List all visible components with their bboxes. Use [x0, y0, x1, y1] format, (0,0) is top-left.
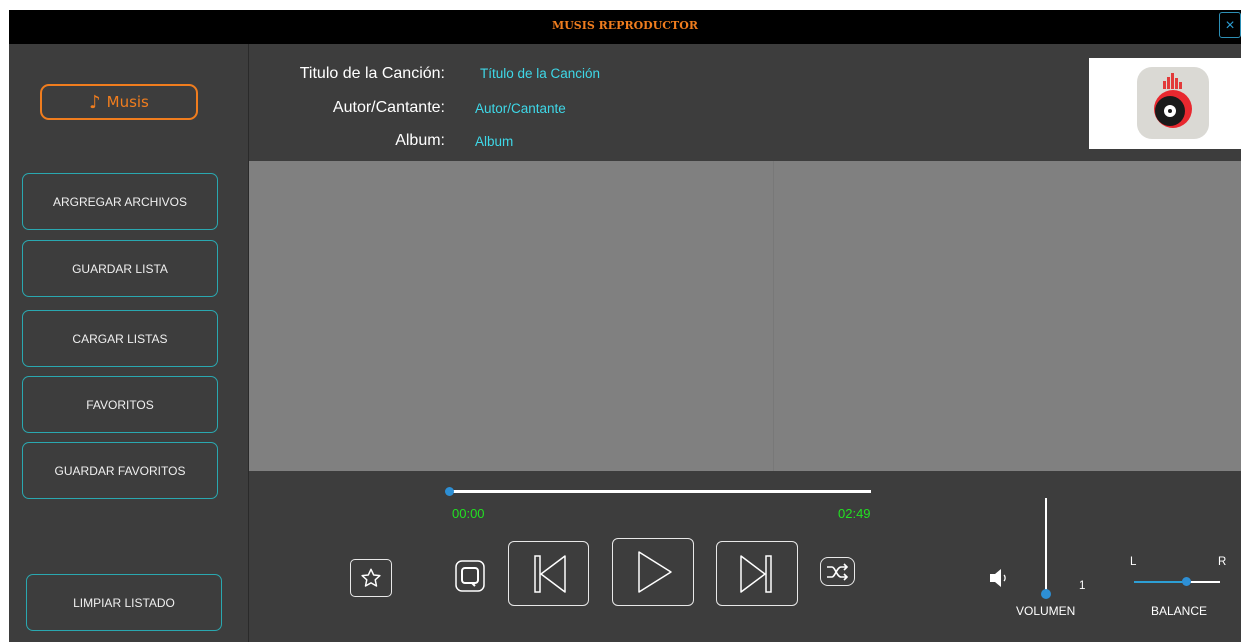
balance-thumb[interactable]	[1181, 577, 1191, 586]
star-icon	[361, 568, 381, 587]
previous-button[interactable]	[508, 541, 589, 606]
seek-thumb[interactable]	[445, 487, 454, 496]
play-icon	[638, 551, 672, 593]
shuffle-button[interactable]	[820, 557, 855, 586]
title-value: Título de la Canción	[480, 66, 601, 81]
next-button[interactable]	[716, 541, 798, 606]
shuffle-icon	[826, 562, 848, 581]
volume-thumb[interactable]	[1041, 589, 1051, 599]
seek-bar[interactable]	[445, 487, 871, 496]
controls-panel: 00:00 02:49 1 VOLUMEN L R BALANCE	[249, 471, 1241, 642]
balance-slider[interactable]	[1134, 577, 1220, 586]
load-lists-button[interactable]: CARGAR LISTAS	[22, 310, 218, 367]
save-favorites-button[interactable]: GUARDAR FAVORITOS	[22, 442, 218, 499]
volume-value: 1	[1079, 580, 1086, 592]
window-title: MUSIS REPRODUCTOR	[552, 19, 698, 32]
previous-icon	[533, 554, 566, 593]
title-bar: MUSIS REPRODUCTOR ×	[9, 10, 1241, 44]
next-icon	[740, 554, 772, 593]
logo-text: Musis	[106, 93, 149, 111]
current-time: 00:00	[452, 506, 485, 521]
balance-fill	[1134, 581, 1186, 583]
repeat-button[interactable]	[453, 557, 486, 595]
volume-label: VOLUMEN	[1016, 604, 1076, 618]
balance-left-label: L	[1130, 556, 1137, 568]
album-label: Album:	[395, 132, 445, 149]
play-button[interactable]	[612, 538, 694, 606]
total-time: 02:49	[838, 506, 871, 521]
favorites-button[interactable]: FAVORITOS	[22, 376, 218, 433]
save-list-button[interactable]: GUARDAR LISTA	[22, 240, 218, 297]
artist-label: Autor/Cantante:	[332, 99, 445, 116]
close-icon[interactable]: ×	[1219, 12, 1241, 38]
volume-slider[interactable]	[1041, 498, 1051, 599]
balance-label: BALANCE	[1151, 604, 1208, 618]
visualization-area	[249, 161, 1241, 471]
favorite-button[interactable]	[350, 559, 392, 597]
title-label: Titulo de la Canción:	[299, 65, 445, 82]
album-cover	[1089, 58, 1241, 149]
speaker-icon	[989, 568, 1011, 593]
viz-divider	[773, 161, 774, 471]
repeat-icon	[454, 560, 485, 592]
add-files-button[interactable]: ARGREGAR ARCHIVOS	[22, 173, 218, 230]
album-cover-icon	[1137, 67, 1209, 139]
clear-list-button[interactable]: LIMPIAR LISTADO	[26, 574, 222, 631]
artist-value: Autor/Cantante	[475, 101, 566, 116]
track-info: Titulo de la Canción: Título de la Canci…	[249, 44, 1241, 161]
album-value: Album	[475, 134, 514, 149]
player-window: MUSIS REPRODUCTOR × ♪ Musis ARGREGAR ARC…	[9, 10, 1241, 642]
balance-right-label: R	[1218, 556, 1227, 568]
app-logo: ♪ Musis	[40, 84, 198, 120]
music-note-icon: ♪	[89, 91, 101, 113]
sidebar: ♪ Musis ARGREGAR ARCHIVOS GUARDAR LISTA …	[9, 44, 249, 642]
